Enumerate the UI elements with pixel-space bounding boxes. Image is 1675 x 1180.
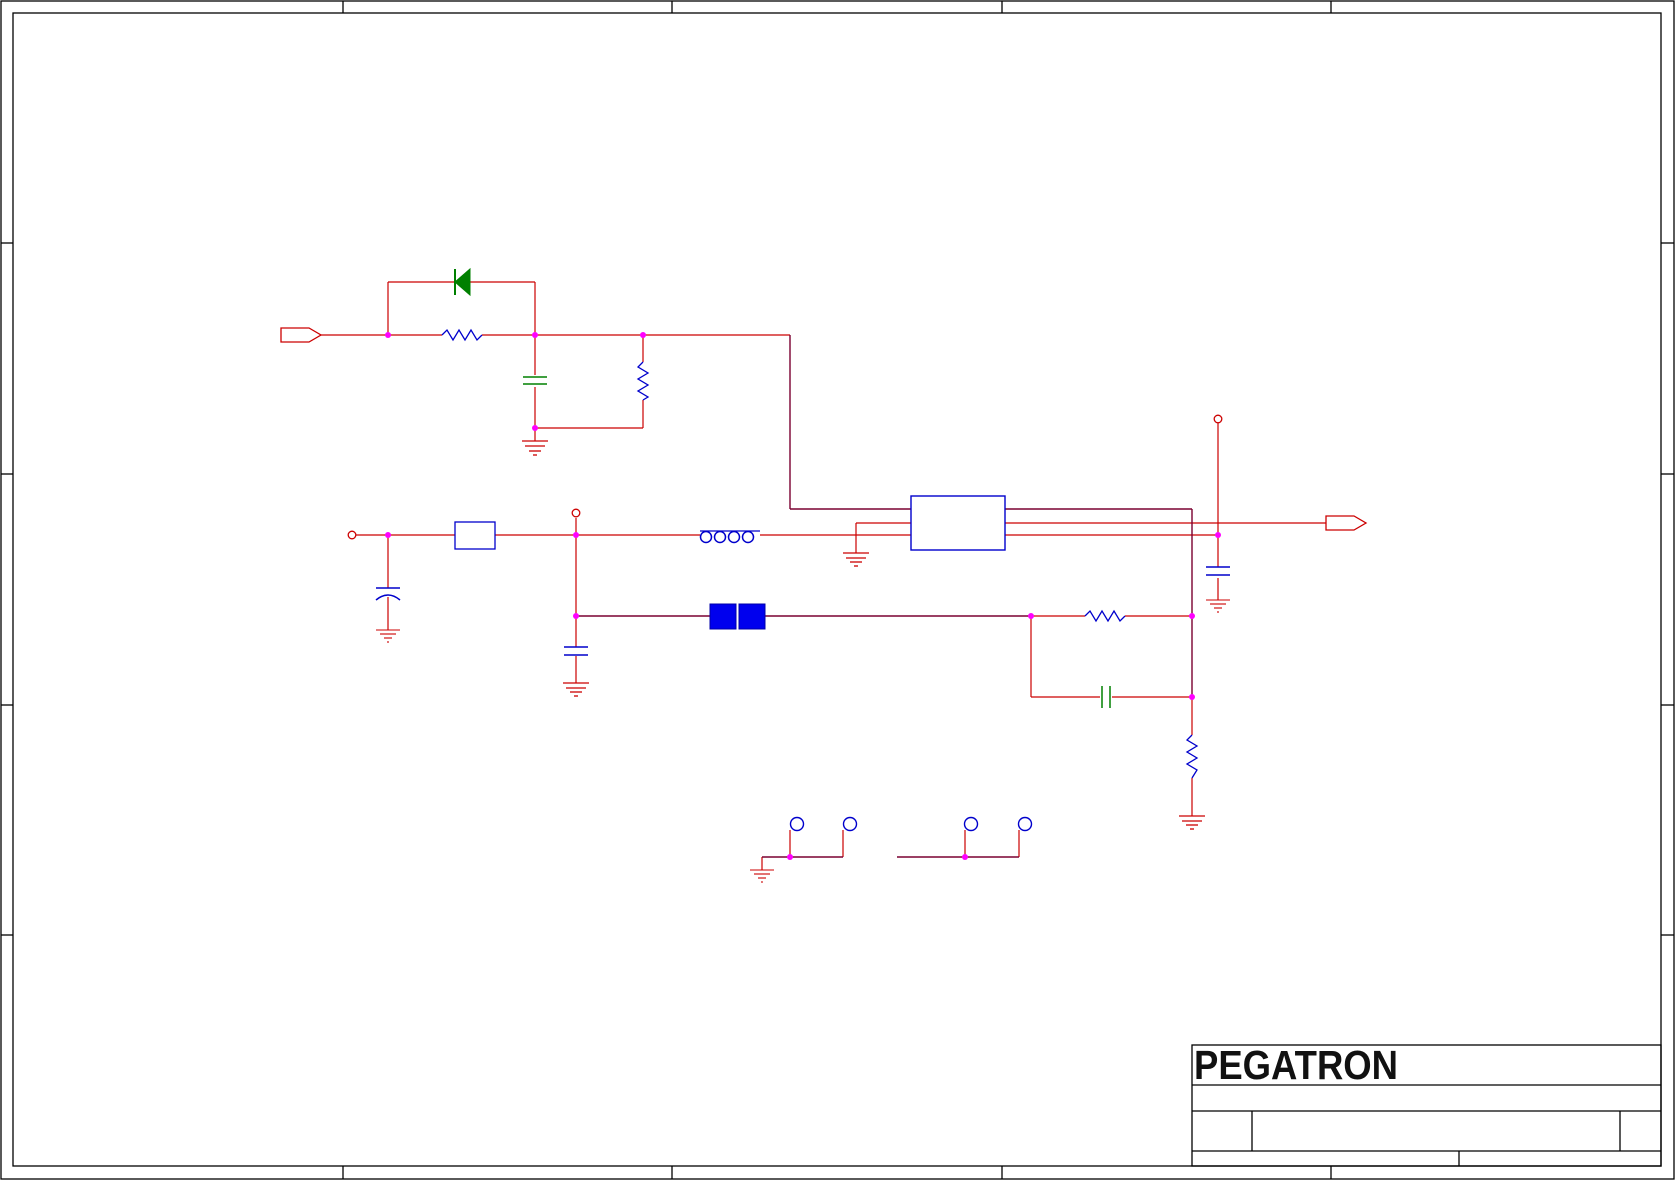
resistor-pulldown <box>636 361 650 401</box>
mounting-hole <box>789 816 1033 832</box>
upper-net-wires <box>321 281 790 441</box>
resistor-feedback <box>1084 609 1126 623</box>
ground-symbol <box>563 682 589 697</box>
ferrite-bead <box>709 603 766 630</box>
ground-symbol <box>376 629 400 643</box>
capacitor-top <box>523 376 547 385</box>
capacitor-output <box>1206 566 1230 576</box>
ground-symbol <box>1206 599 1230 613</box>
sheet-frame <box>0 0 1675 1180</box>
resistor-top <box>441 328 483 342</box>
ground-symbol <box>843 552 869 567</box>
main-rail-wires <box>356 423 1330 816</box>
ground-symbol <box>750 869 774 883</box>
ground-symbol <box>522 440 548 456</box>
input-port <box>280 327 323 343</box>
feedback-bus <box>789 335 911 510</box>
company-logo: PEGATRON <box>1194 1042 1398 1088</box>
output-port <box>1325 515 1368 531</box>
title-block: PEGATRON <box>1191 1042 1662 1167</box>
fuse <box>454 521 496 550</box>
rail-terminal <box>347 530 357 540</box>
mounting-hole-wires <box>761 830 1020 870</box>
capacitor-feedback <box>1101 686 1111 708</box>
inductor <box>699 530 760 544</box>
junction-dots <box>385 332 1221 860</box>
regulator-ic <box>910 495 1006 551</box>
ground-symbol <box>1179 815 1205 830</box>
test-point <box>571 508 581 518</box>
test-point <box>1213 414 1223 424</box>
diode <box>454 267 471 297</box>
resistor-bottom <box>1185 734 1199 779</box>
output-bus <box>576 508 1193 697</box>
capacitor-bulk <box>564 646 588 656</box>
